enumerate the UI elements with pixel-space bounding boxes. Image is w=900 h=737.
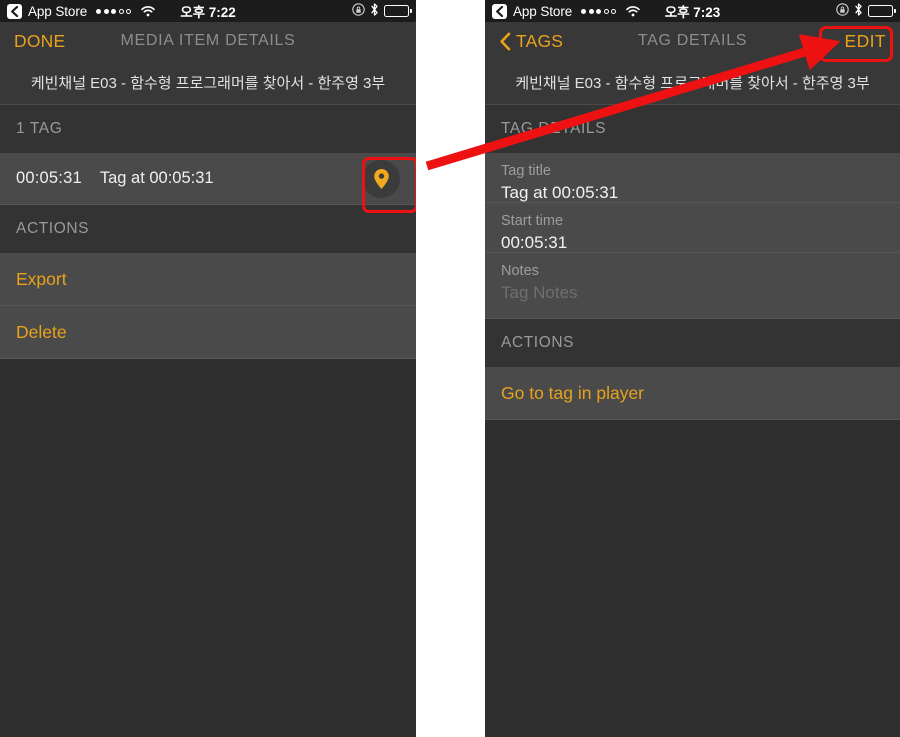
signal-strength-icon [581, 8, 617, 14]
go-to-tag-in-player-button[interactable]: Go to tag in player [485, 367, 900, 420]
rotation-lock-icon [352, 3, 365, 19]
tag-title-label: Tag at 00:05:31 [99, 169, 214, 187]
wifi-icon [626, 5, 640, 17]
notes-field-label: Notes [501, 263, 539, 279]
status-bar: App Store 오후 7:23 [485, 0, 900, 22]
edit-button[interactable]: EDIT [845, 31, 886, 52]
notes-field[interactable]: Notes Tag Notes [485, 253, 900, 319]
media-item-title: 케빈채널 E03 - 함수형 프로그래머를 찾아서 - 한주영 3부 [0, 60, 416, 105]
export-label: Export [16, 268, 67, 289]
tag-title-field-label: Tag title [501, 163, 551, 179]
chevron-left-icon [499, 31, 511, 51]
start-time-field[interactable]: Start time 00:05:31 [485, 203, 900, 253]
status-bar-app-name[interactable]: App Store [513, 4, 572, 19]
tag-row-texts: 00:05:31 Tag at 00:05:31 [16, 169, 214, 188]
status-bar-left: App Store [492, 3, 640, 19]
navigation-bar: TAGS TAG DETAILS EDIT [485, 22, 900, 60]
export-button[interactable]: Export [0, 253, 416, 306]
actions-section-header: ACTIONS [0, 205, 416, 253]
tag-timestamp: 00:05:31 [16, 169, 82, 187]
start-time-field-label: Start time [501, 213, 564, 229]
wifi-icon [141, 5, 155, 17]
back-to-app-icon[interactable] [492, 3, 507, 19]
right-phone-screen: App Store 오후 7:23 TAGS TAG DETAILS EDIT … [485, 0, 900, 737]
signal-strength-icon [96, 8, 132, 14]
back-button-label: TAGS [516, 30, 564, 51]
actions-section-header: ACTIONS [485, 319, 900, 367]
map-pin-icon[interactable] [362, 159, 400, 198]
done-button[interactable]: DONE [14, 31, 65, 52]
go-to-tag-in-player-label: Go to tag in player [501, 382, 644, 403]
status-bar-right [352, 3, 412, 19]
left-phone-screen: App Store 오후 7:22 DONE MEDIA ITEM DETAIL… [0, 0, 416, 737]
tag-title-field[interactable]: Tag title Tag at 00:05:31 [485, 153, 900, 203]
notes-field-value: Tag Notes [501, 283, 578, 302]
media-item-title: 케빈채널 E03 - 함수형 프로그래머를 찾아서 - 한주영 3부 [485, 60, 900, 105]
back-to-tags-button[interactable]: TAGS [499, 31, 563, 52]
bluetooth-icon [370, 3, 379, 19]
status-bar: App Store 오후 7:22 [0, 0, 416, 22]
battery-icon [384, 5, 412, 17]
delete-label: Delete [16, 321, 67, 342]
status-bar-left: App Store [7, 3, 155, 19]
delete-button[interactable]: Delete [0, 306, 416, 359]
bluetooth-icon [854, 3, 863, 19]
status-bar-right [836, 3, 896, 19]
back-to-app-icon[interactable] [7, 3, 22, 19]
navigation-bar: DONE MEDIA ITEM DETAILS [0, 22, 416, 60]
rotation-lock-icon [836, 3, 849, 19]
start-time-field-value: 00:05:31 [501, 233, 568, 252]
tag-title-field-value: Tag at 00:05:31 [501, 183, 619, 202]
battery-icon [868, 5, 896, 17]
status-bar-app-name[interactable]: App Store [28, 4, 87, 19]
tag-details-section-header: TAG DETAILS [485, 105, 900, 153]
tag-list-item[interactable]: 00:05:31 Tag at 00:05:31 [0, 153, 416, 205]
tag-count-section-header: 1 TAG [0, 105, 416, 153]
